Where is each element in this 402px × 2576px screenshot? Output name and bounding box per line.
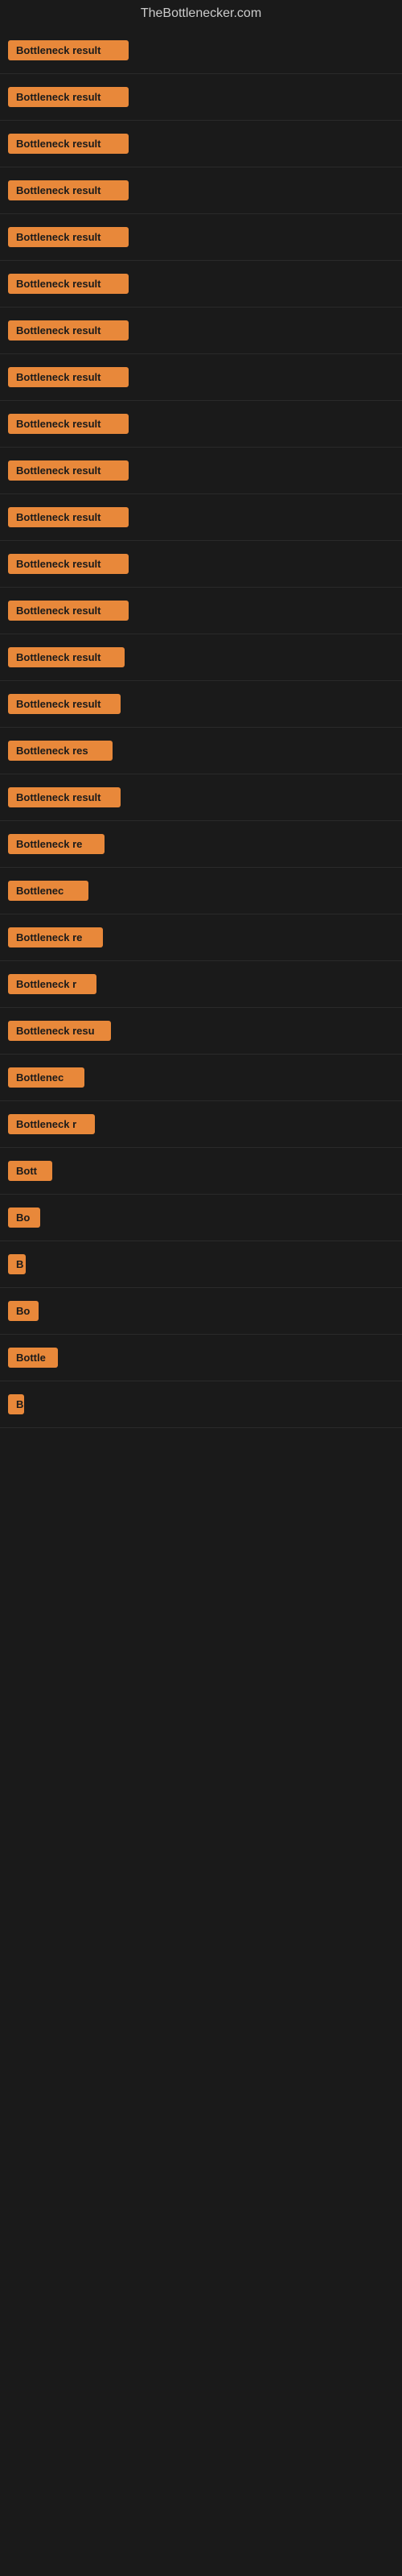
row-content: Bottleneck result bbox=[2, 311, 400, 350]
bottleneck-badge[interactable]: Bottleneck resu bbox=[8, 1021, 111, 1041]
bottleneck-badge[interactable]: Bottleneck result bbox=[8, 367, 129, 387]
bottleneck-badge[interactable]: Bottleneck r bbox=[8, 974, 96, 994]
row-content: Bottleneck result bbox=[2, 497, 400, 537]
bottleneck-badge[interactable]: Bo bbox=[8, 1208, 40, 1228]
row-content: Bottlenec bbox=[2, 871, 400, 910]
row-content: Bottleneck result bbox=[2, 591, 400, 630]
bottleneck-badge[interactable]: Bottleneck result bbox=[8, 180, 129, 200]
row-content: Bottleneck result bbox=[2, 357, 400, 397]
bottleneck-badge[interactable]: Bottlenec bbox=[8, 881, 88, 901]
bottleneck-row: Bottleneck result bbox=[0, 167, 402, 214]
bottleneck-row: Bottle bbox=[0, 1335, 402, 1381]
row-content: Bottleneck result bbox=[2, 684, 400, 724]
row-content: Bottleneck resu bbox=[2, 1011, 400, 1051]
row-content: Bottleneck re bbox=[2, 918, 400, 957]
row-content: Bottlenec bbox=[2, 1058, 400, 1097]
bottleneck-badge[interactable]: Bottleneck result bbox=[8, 40, 129, 60]
bottleneck-row: Bottleneck result bbox=[0, 308, 402, 354]
site-title: TheBottlenecker.com bbox=[0, 0, 402, 27]
row-content: Bottleneck r bbox=[2, 964, 400, 1004]
bottleneck-badge[interactable]: Bottleneck result bbox=[8, 460, 129, 481]
bottleneck-row: Bottleneck r bbox=[0, 961, 402, 1008]
row-content: Bottleneck result bbox=[2, 217, 400, 257]
bottleneck-badge[interactable]: B bbox=[8, 1394, 24, 1414]
bottleneck-badge[interactable]: Bottleneck result bbox=[8, 134, 129, 154]
row-content: Bottleneck result bbox=[2, 544, 400, 584]
row-content: Bottleneck result bbox=[2, 778, 400, 817]
bottleneck-row: Bottleneck result bbox=[0, 401, 402, 448]
bottleneck-row: Bottleneck result bbox=[0, 261, 402, 308]
row-content: Bottle bbox=[2, 1338, 400, 1377]
bottleneck-row: Bottleneck result bbox=[0, 774, 402, 821]
bottleneck-row: Bottleneck result bbox=[0, 214, 402, 261]
bottleneck-row: Bottleneck result bbox=[0, 634, 402, 681]
bottleneck-row: Bottleneck resu bbox=[0, 1008, 402, 1055]
row-content: Bottleneck result bbox=[2, 77, 400, 117]
bottleneck-badge[interactable]: Bottleneck res bbox=[8, 741, 113, 761]
filler-area bbox=[0, 1428, 402, 1911]
site-title-container: TheBottlenecker.com bbox=[0, 0, 402, 27]
bottleneck-row: Bottleneck re bbox=[0, 914, 402, 961]
bottleneck-row: Bott bbox=[0, 1148, 402, 1195]
bottleneck-row: Bottleneck result bbox=[0, 27, 402, 74]
row-content: Bottleneck result bbox=[2, 638, 400, 677]
row-content: Bottleneck re bbox=[2, 824, 400, 864]
bottleneck-badge[interactable]: Bottleneck result bbox=[8, 787, 121, 807]
bottleneck-row: Bottleneck result bbox=[0, 354, 402, 401]
bottleneck-row: Bottleneck result bbox=[0, 121, 402, 167]
bottleneck-row: Bottleneck res bbox=[0, 728, 402, 774]
bottleneck-badge[interactable]: Bottleneck result bbox=[8, 647, 125, 667]
row-content: B bbox=[2, 1245, 400, 1284]
bottleneck-badge[interactable]: Bottleneck result bbox=[8, 507, 129, 527]
bottleneck-row: Bottleneck re bbox=[0, 821, 402, 868]
bottleneck-badge[interactable]: B bbox=[8, 1254, 26, 1274]
bottleneck-badge[interactable]: Bottleneck result bbox=[8, 87, 129, 107]
bottleneck-badge[interactable]: Bottleneck result bbox=[8, 554, 129, 574]
bottleneck-badge[interactable]: Bott bbox=[8, 1161, 52, 1181]
row-content: Bottleneck r bbox=[2, 1104, 400, 1144]
bottleneck-row: B bbox=[0, 1241, 402, 1288]
bottleneck-row: Bottleneck result bbox=[0, 681, 402, 728]
bottleneck-badge[interactable]: Bo bbox=[8, 1301, 39, 1321]
bottleneck-list: Bottleneck result Bottleneck result Bottle… bbox=[0, 27, 402, 1911]
bottleneck-badge[interactable]: Bottleneck result bbox=[8, 414, 129, 434]
bottleneck-badge[interactable]: Bottlenec bbox=[8, 1067, 84, 1088]
bottleneck-row: Bottleneck result bbox=[0, 588, 402, 634]
bottleneck-row: Bo bbox=[0, 1288, 402, 1335]
row-content: Bottleneck result bbox=[2, 31, 400, 70]
row-content: Bott bbox=[2, 1151, 400, 1191]
bottleneck-badge[interactable]: Bottleneck result bbox=[8, 274, 129, 294]
bottleneck-row: B bbox=[0, 1381, 402, 1428]
bottleneck-badge[interactable]: Bottleneck result bbox=[8, 227, 129, 247]
bottleneck-badge[interactable]: Bottleneck result bbox=[8, 320, 129, 341]
row-content: Bottleneck res bbox=[2, 731, 400, 770]
row-content: Bottleneck result bbox=[2, 404, 400, 444]
bottleneck-badge[interactable]: Bottleneck result bbox=[8, 601, 129, 621]
bottleneck-row: Bottleneck result bbox=[0, 494, 402, 541]
bottleneck-row: Bottleneck result bbox=[0, 448, 402, 494]
bottleneck-row: Bottleneck r bbox=[0, 1101, 402, 1148]
row-content: Bottleneck result bbox=[2, 171, 400, 210]
bottleneck-row: Bo bbox=[0, 1195, 402, 1241]
bottleneck-badge[interactable]: Bottle bbox=[8, 1348, 58, 1368]
bottleneck-row: Bottlenec bbox=[0, 868, 402, 914]
row-content: Bottleneck result bbox=[2, 124, 400, 163]
bottleneck-badge[interactable]: Bottleneck re bbox=[8, 834, 105, 854]
row-content: B bbox=[2, 1385, 400, 1424]
bottleneck-row: Bottlenec bbox=[0, 1055, 402, 1101]
bottleneck-badge[interactable]: Bottleneck re bbox=[8, 927, 103, 947]
row-content: Bottleneck result bbox=[2, 451, 400, 490]
row-content: Bottleneck result bbox=[2, 264, 400, 303]
row-content: Bo bbox=[2, 1291, 400, 1331]
bottleneck-badge[interactable]: Bottleneck r bbox=[8, 1114, 95, 1134]
bottleneck-badge[interactable]: Bottleneck result bbox=[8, 694, 121, 714]
row-content: Bo bbox=[2, 1198, 400, 1237]
bottleneck-row: Bottleneck result bbox=[0, 541, 402, 588]
bottleneck-row: Bottleneck result bbox=[0, 74, 402, 121]
